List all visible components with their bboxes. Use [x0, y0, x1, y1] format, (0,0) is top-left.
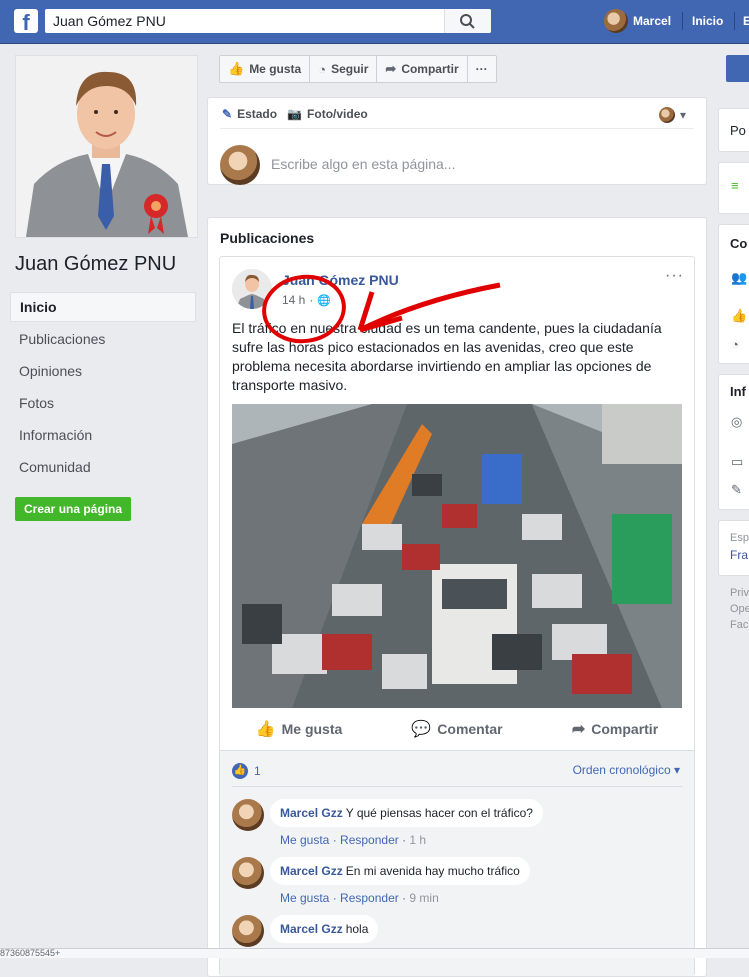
- footer-link[interactable]: Ope: [730, 603, 749, 615]
- footer-link[interactable]: Priv: [730, 587, 749, 599]
- messenger-icon: ◎: [731, 414, 743, 429]
- right-card-link[interactable]: Fra: [730, 548, 748, 562]
- pencil-icon: ✎: [731, 482, 742, 497]
- right-card-title: Inf: [730, 384, 746, 399]
- rss-icon: ◔: [731, 337, 739, 352]
- footer-link[interactable]: Fac: [730, 619, 748, 631]
- thumbs-up-icon: 👍: [731, 308, 748, 323]
- right-card-title: Co: [730, 236, 748, 251]
- calendar-icon: ▭: [731, 454, 744, 469]
- right-card-text: Esp: [730, 532, 749, 544]
- right-card-text[interactable]: Po: [730, 123, 746, 138]
- people-icon: 👥: [731, 270, 748, 285]
- annotation-overlay: [262, 274, 501, 344]
- green-badge-icon: ≡: [731, 178, 739, 193]
